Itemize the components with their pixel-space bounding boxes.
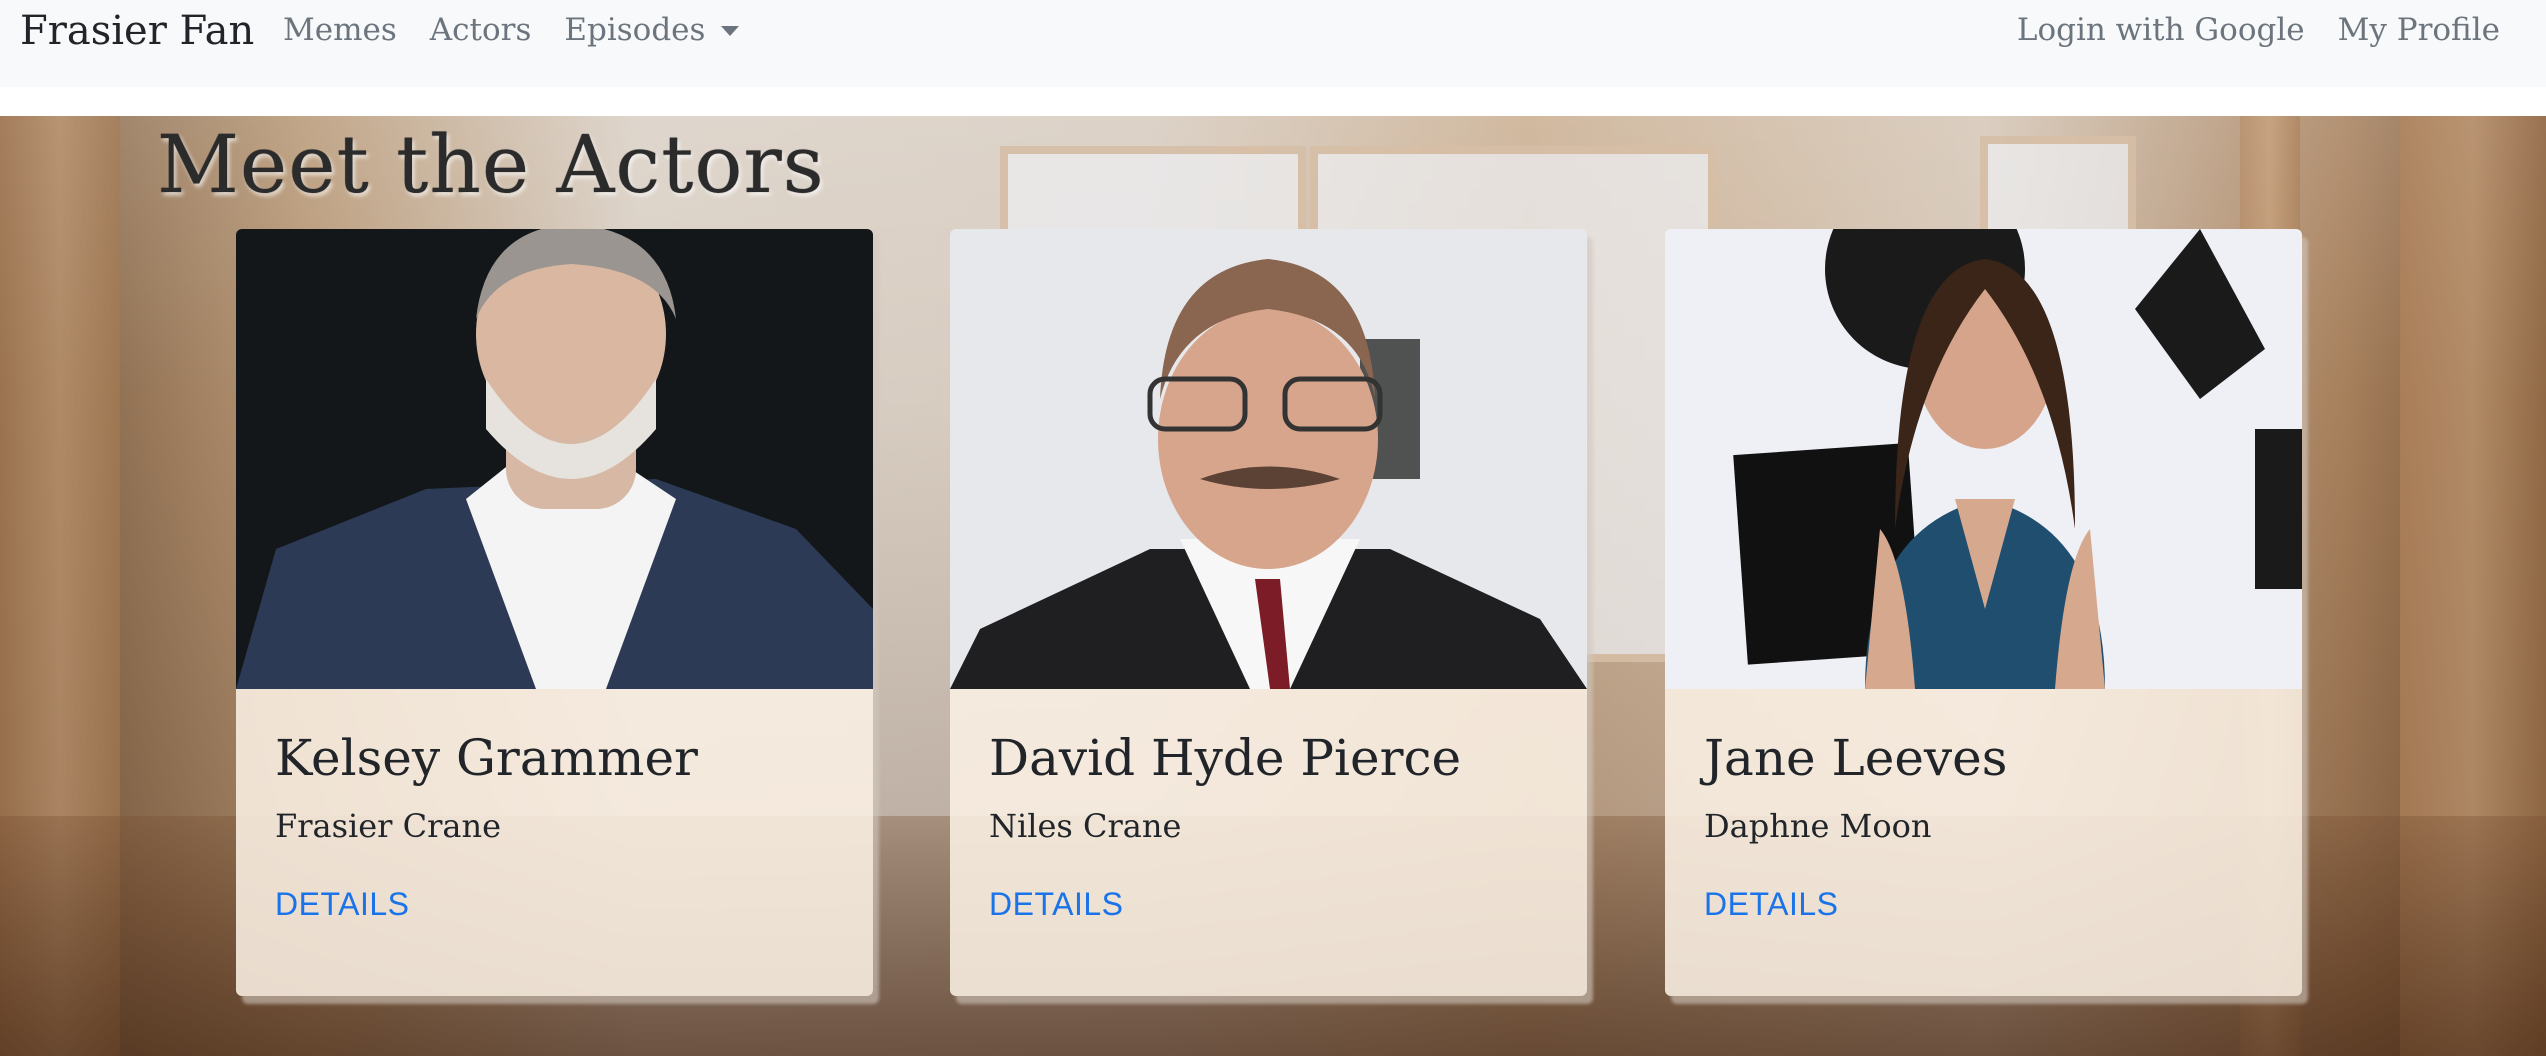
nav-link-actors[interactable]: Actors [430, 12, 532, 48]
actor-card-body: Jane Leeves Daphne Moon DETAILS [1665, 689, 2302, 996]
actor-card: Jane Leeves Daphne Moon DETAILS [1665, 229, 2302, 996]
actor-photo [236, 229, 873, 689]
chevron-down-icon [721, 26, 740, 36]
brand-link[interactable]: Frasier Fan [20, 8, 254, 54]
login-google-link[interactable]: Login with Google [2017, 12, 2305, 48]
actor-card: Kelsey Grammer Frasier Crane DETAILS [236, 229, 873, 996]
nav-link-memes[interactable]: Memes [283, 12, 397, 48]
actor-card: David Hyde Pierce Niles Crane DETAILS [950, 229, 1587, 996]
nav-right-links: Login with Google My Profile [1984, 12, 2500, 48]
nav-dropdown-episodes-label: Episodes [564, 12, 706, 48]
actor-role: Frasier Crane [275, 807, 502, 845]
my-profile-link[interactable]: My Profile [2338, 12, 2500, 48]
actor-card-body: David Hyde Pierce Niles Crane DETAILS [950, 689, 1587, 996]
actor-name: Jane Leeves [1704, 729, 2008, 787]
details-link[interactable]: DETAILS [275, 886, 410, 923]
nav-dropdown-episodes[interactable]: Episodes [564, 12, 740, 48]
actor-photo [1665, 229, 2302, 689]
top-navbar: Frasier Fan Memes Actors Episodes Login … [0, 0, 2546, 87]
actor-role: Niles Crane [989, 807, 1182, 845]
actor-name: David Hyde Pierce [989, 729, 1462, 787]
details-link[interactable]: DETAILS [989, 886, 1124, 923]
actor-card-body: Kelsey Grammer Frasier Crane DETAILS [236, 689, 873, 996]
actor-photo [950, 229, 1587, 689]
details-link[interactable]: DETAILS [1704, 886, 1839, 923]
nav-links: Memes Actors Episodes [283, 12, 772, 48]
page-title: Meet the Actors [157, 118, 825, 211]
actor-name: Kelsey Grammer [275, 729, 698, 787]
actor-role: Daphne Moon [1704, 807, 1932, 845]
